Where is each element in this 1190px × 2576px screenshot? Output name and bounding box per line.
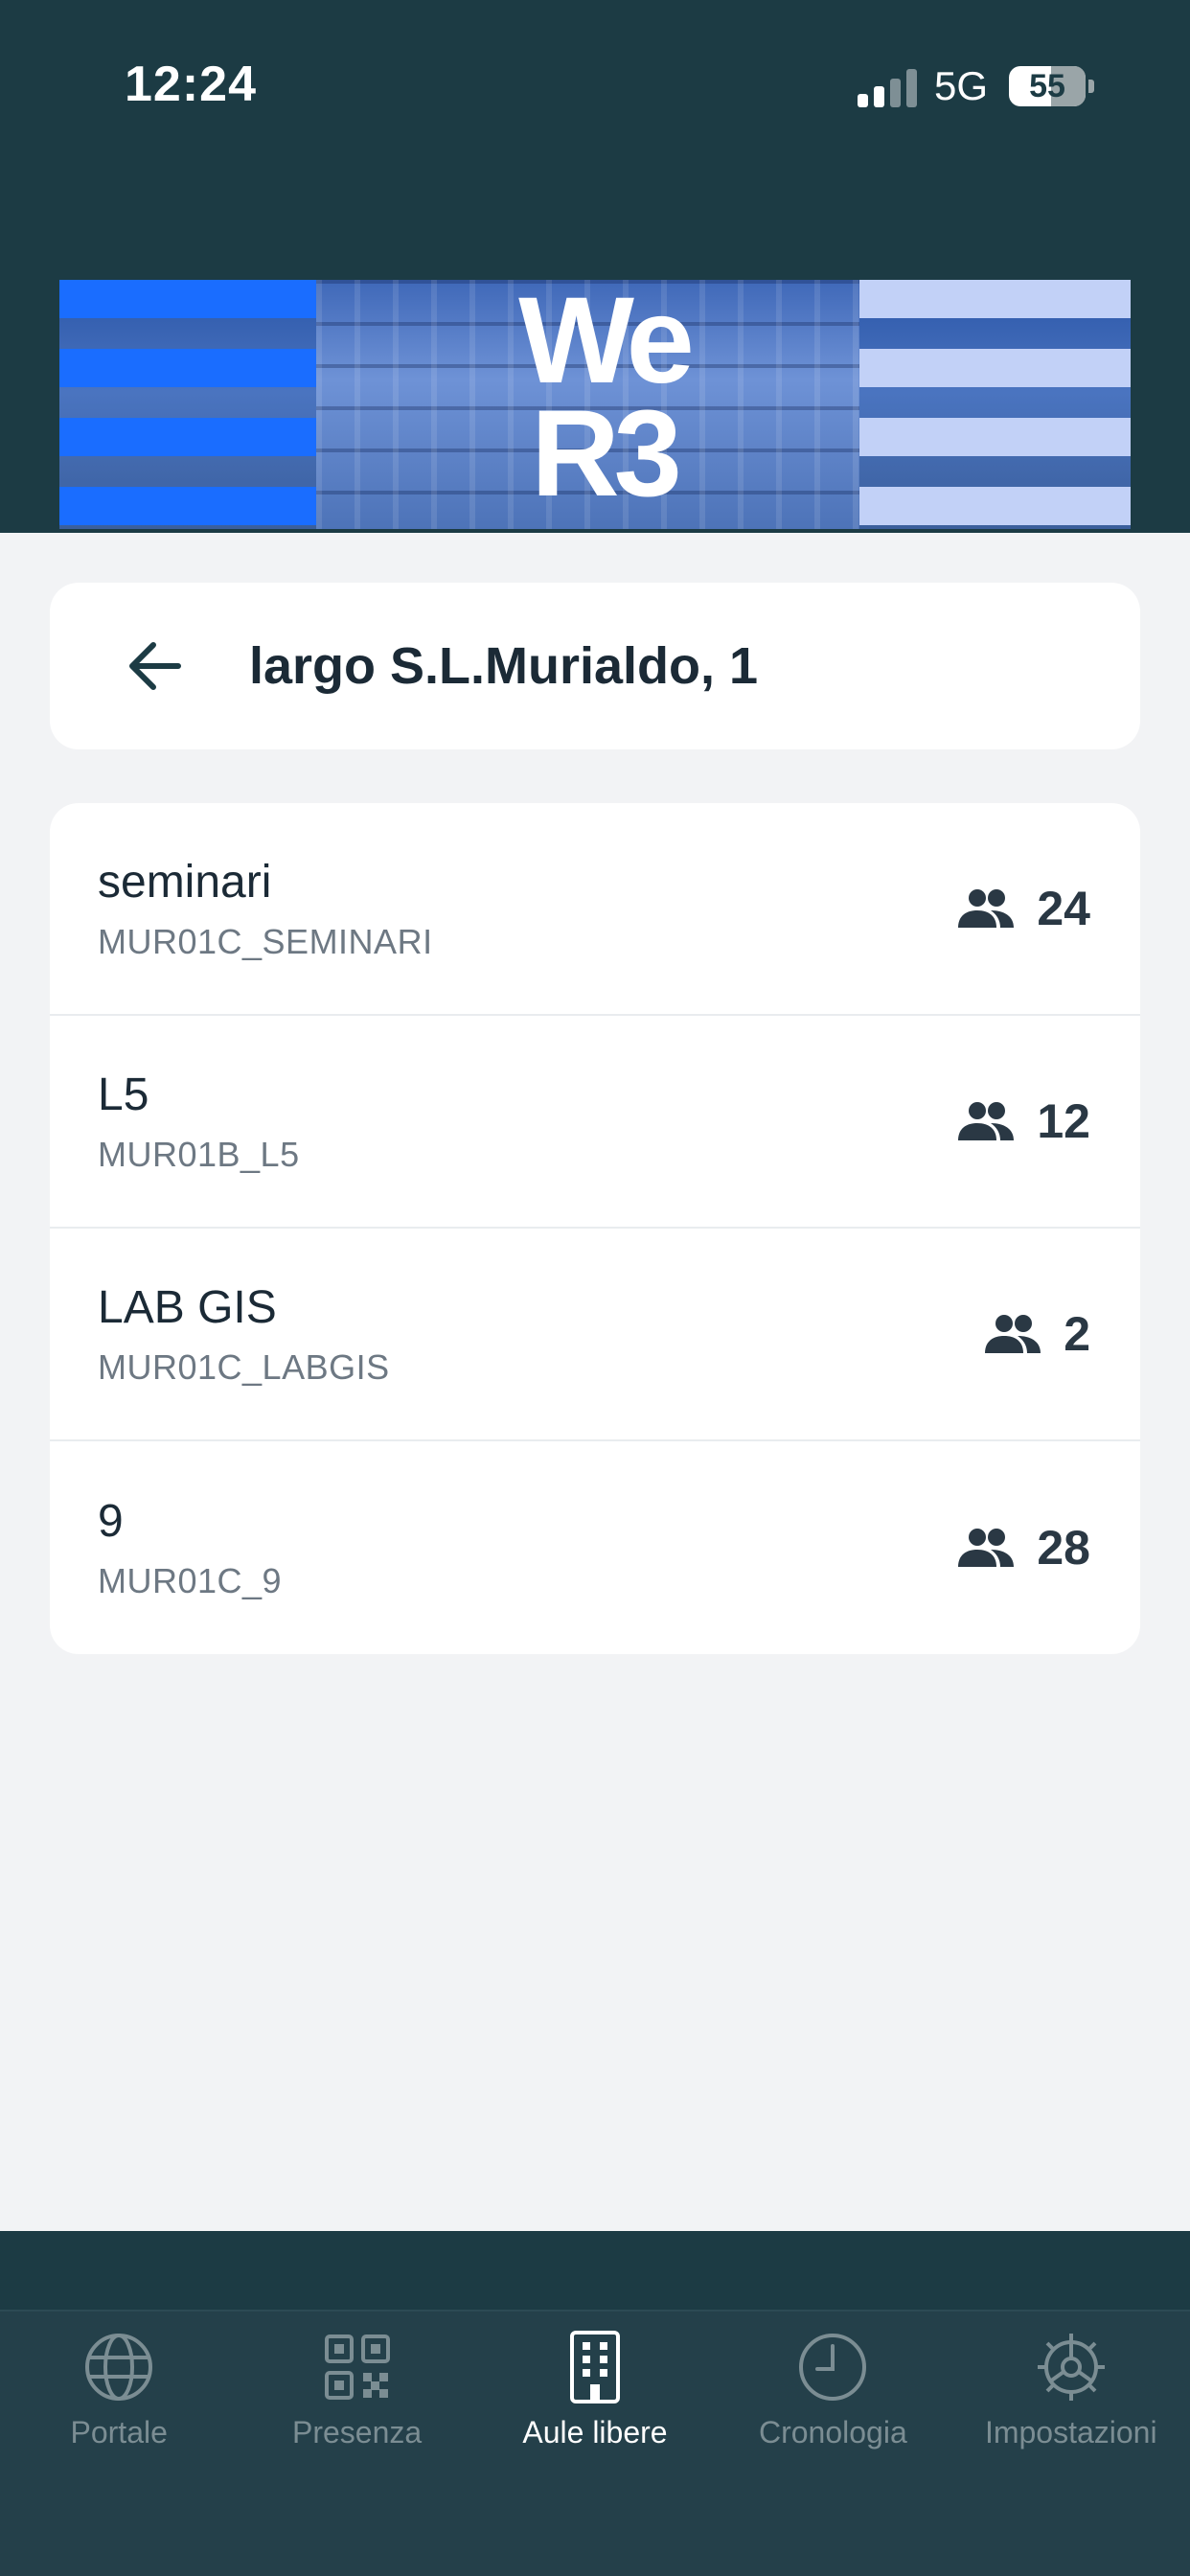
capacity-count: 2 — [1064, 1307, 1090, 1361]
wer3-banner: We R3 — [59, 280, 1131, 529]
app-header-background: 12:24 5G 55 We R3 — [0, 0, 1190, 533]
room-name: 9 — [98, 1495, 124, 1547]
people-icon — [958, 889, 1015, 928]
room-name: L5 — [98, 1069, 149, 1120]
room-info: LAB GIS MUR01C_LABGIS — [98, 1281, 390, 1388]
room-info: 9 MUR01C_9 — [98, 1495, 282, 1601]
qr-code-icon — [324, 2334, 390, 2400]
banner-stripes-left — [59, 280, 316, 529]
room-capacity: 28 — [956, 1520, 1090, 1576]
people-icon — [985, 1315, 1041, 1353]
banner-stripes-right — [859, 280, 1131, 529]
capacity-count: 12 — [1037, 1094, 1090, 1148]
room-item[interactable]: 9 MUR01C_9 28 — [50, 1441, 1140, 1654]
people-icon — [958, 1102, 1015, 1140]
gear-icon — [1037, 2334, 1105, 2401]
room-item[interactable]: L5 MUR01B_L5 12 — [50, 1016, 1140, 1229]
page-title: largo S.L.Murialdo, 1 — [249, 637, 759, 695]
arrow-left-icon — [129, 642, 181, 690]
tab-label: Cronologia — [758, 2415, 907, 2450]
network-type: 5G — [933, 63, 988, 108]
room-item[interactable]: seminari MUR01C_SEMINARI 24 — [50, 803, 1140, 1016]
signal-icon — [857, 65, 917, 107]
tab-impostazioni[interactable]: Impostazioni — [952, 2312, 1190, 2576]
globe-icon — [85, 2334, 153, 2401]
room-capacity: 12 — [956, 1093, 1090, 1149]
room-list: seminari MUR01C_SEMINARI 24 L5 MUR01B_L5 — [50, 803, 1140, 1654]
tab-aule-libere[interactable]: Aule libere — [476, 2312, 714, 2576]
back-button[interactable] — [126, 609, 241, 724]
room-info: seminari MUR01C_SEMINARI — [98, 856, 433, 962]
battery-level: 55 — [1029, 67, 1065, 104]
wer3-logo: We R3 — [518, 280, 695, 522]
room-capacity: 2 — [983, 1306, 1090, 1362]
room-code: MUR01B_L5 — [98, 1134, 300, 1174]
room-name: LAB GIS — [98, 1281, 277, 1333]
tab-presenza[interactable]: Presenza — [238, 2312, 475, 2576]
tab-label: Impostazioni — [984, 2415, 1157, 2450]
room-info: L5 MUR01B_L5 — [98, 1069, 300, 1175]
location-header: largo S.L.Murialdo, 1 — [50, 583, 1140, 749]
battery-icon: 55 — [1009, 66, 1086, 106]
room-capacity: 24 — [956, 881, 1090, 936]
room-code: MUR01C_LABGIS — [98, 1346, 390, 1387]
status-indicators: 5G 55 — [857, 63, 1094, 109]
tab-label: Aule libere — [522, 2415, 668, 2450]
room-code: MUR01C_SEMINARI — [98, 921, 433, 961]
capacity-count: 24 — [1037, 882, 1090, 935]
room-item[interactable]: LAB GIS MUR01C_LABGIS 2 — [50, 1229, 1140, 1441]
bottom-tab-bar: Portale Presenza Aule libere Cronologia … — [0, 2310, 1190, 2576]
tab-label: Portale — [70, 2415, 168, 2450]
room-code: MUR01C_9 — [98, 1560, 283, 1600]
tab-label: Presenza — [291, 2415, 423, 2450]
room-name: seminari — [98, 856, 272, 908]
clock-icon — [799, 2334, 867, 2401]
tab-portale[interactable]: Portale — [0, 2312, 238, 2576]
building-icon — [569, 2331, 620, 2404]
people-icon — [958, 1529, 1015, 1567]
status-time: 12:24 — [125, 57, 257, 112]
capacity-count: 28 — [1037, 1521, 1090, 1575]
tab-cronologia[interactable]: Cronologia — [714, 2312, 951, 2576]
